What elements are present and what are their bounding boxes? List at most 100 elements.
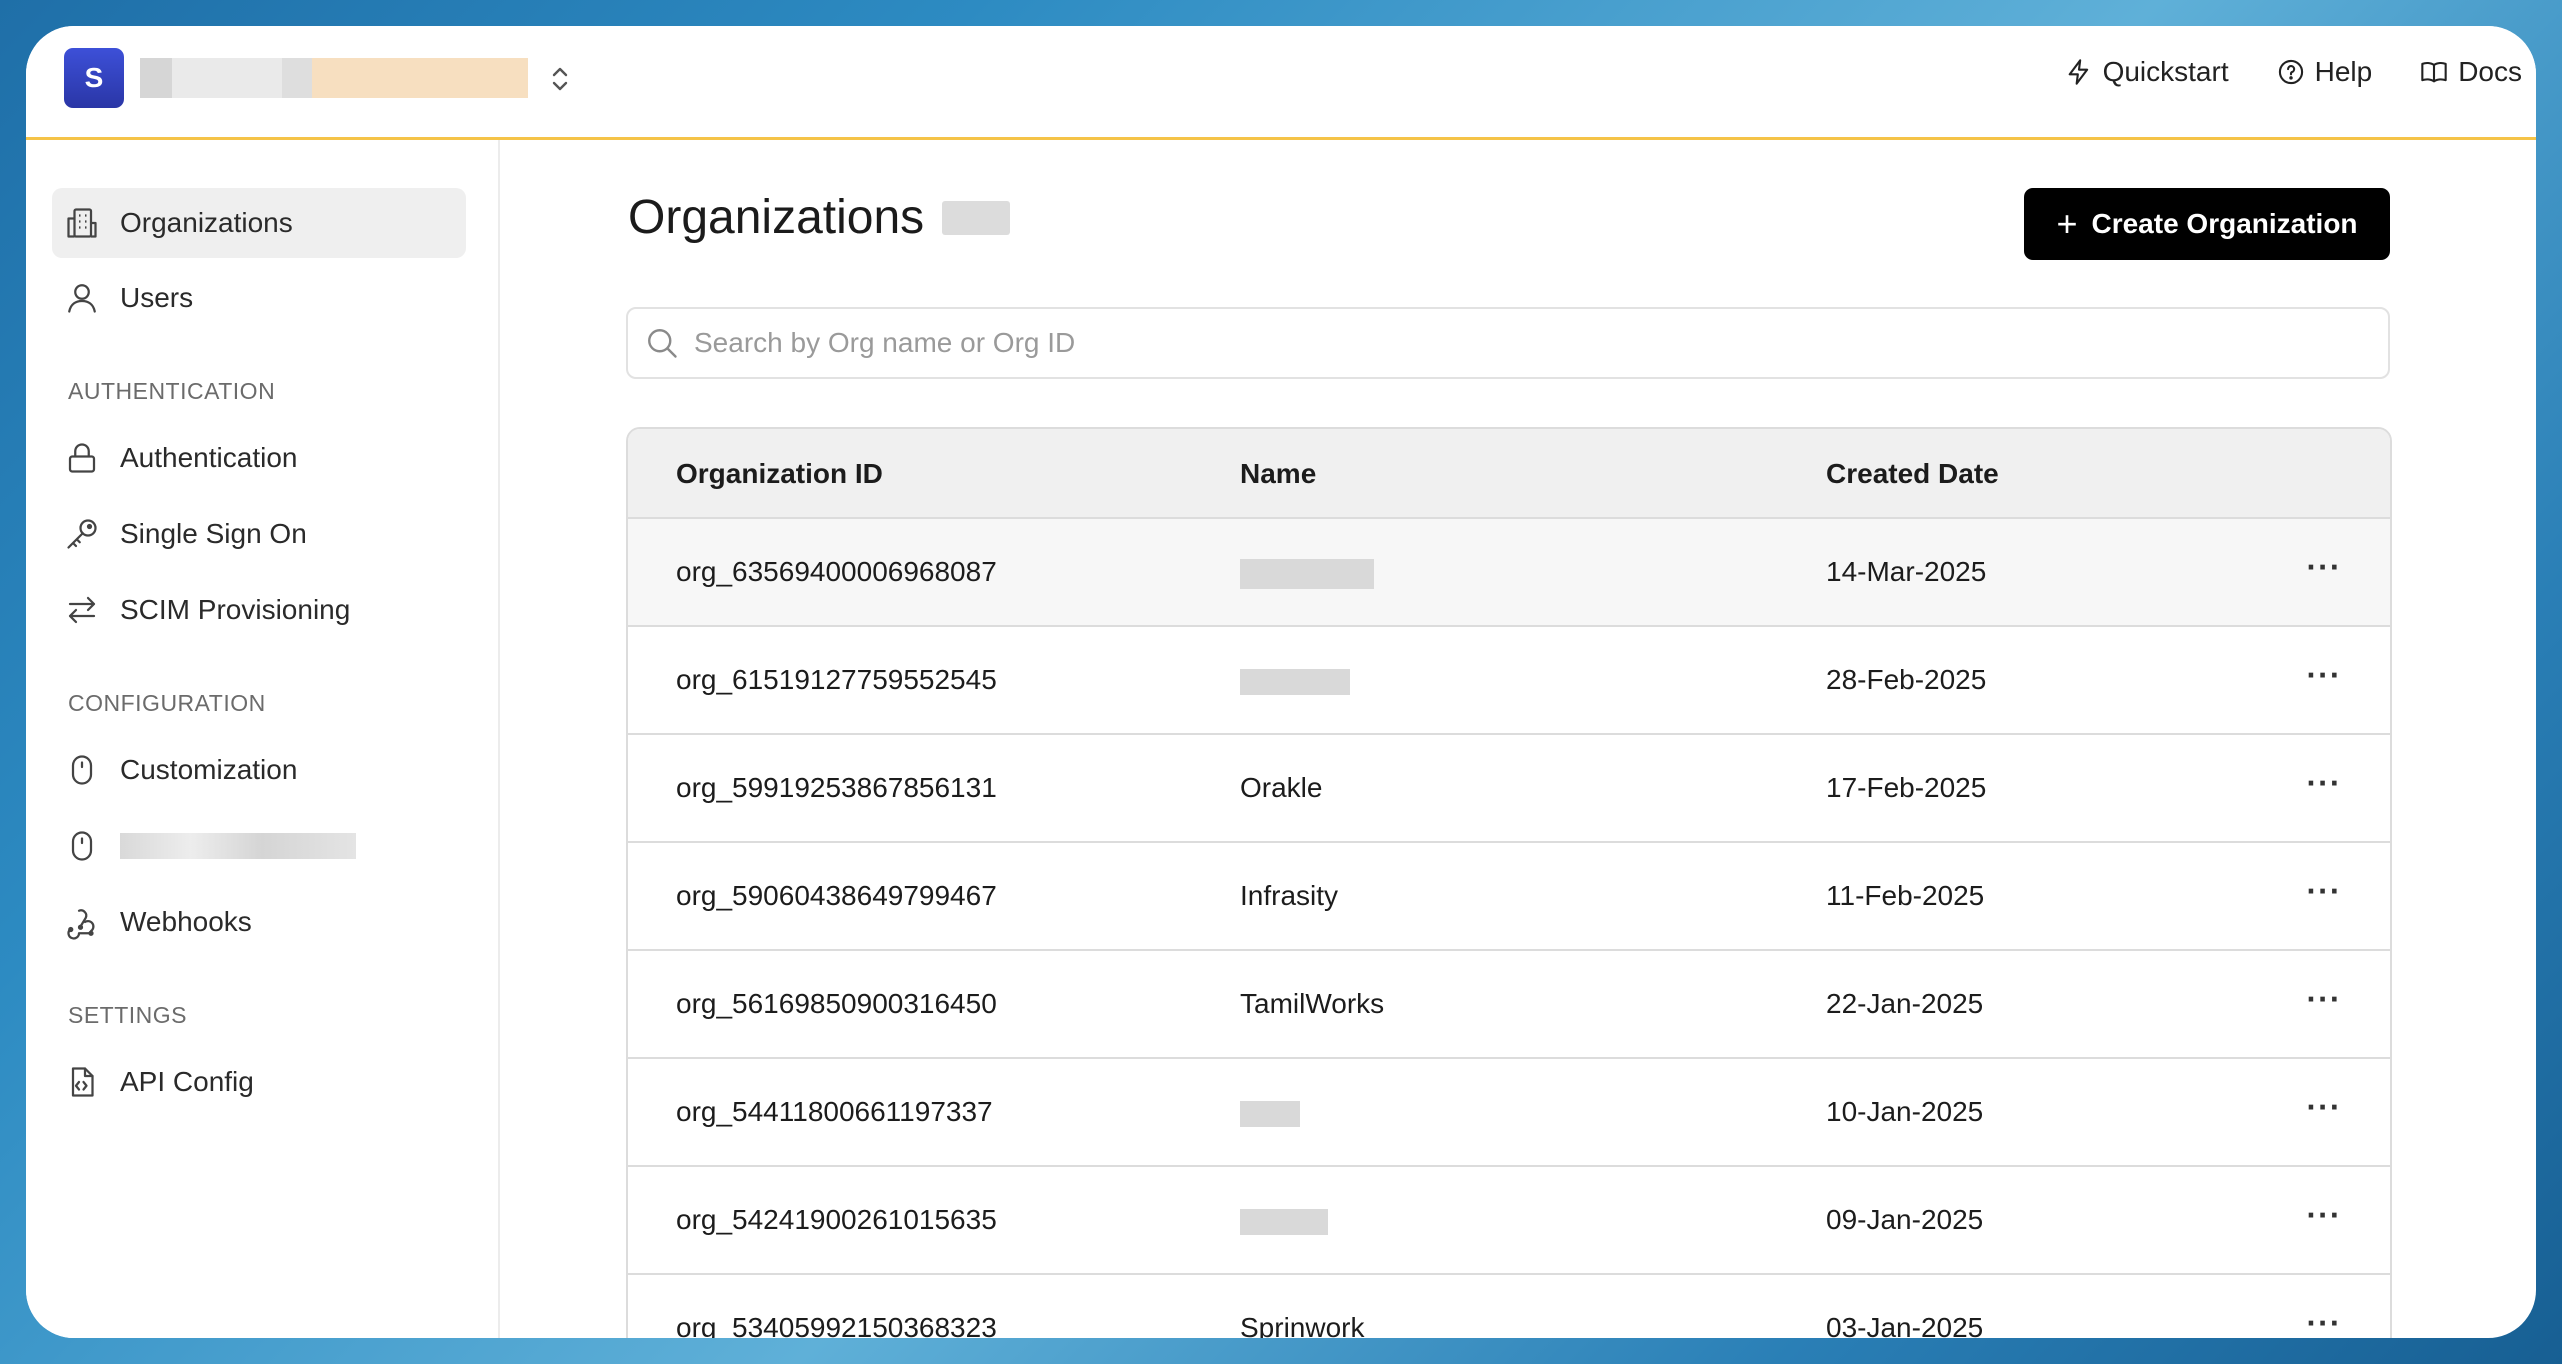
row-more-menu-icon[interactable]: ··· <box>2300 763 2348 803</box>
workspace-switcher-chevron-icon[interactable] <box>546 62 574 96</box>
created-date-cell: 14-Mar-2025 <box>1826 556 1987 587</box>
sidebar-item-customization[interactable]: Customization <box>52 735 466 805</box>
top-links: Quickstart Help Docs <box>2065 56 2522 88</box>
org-name-cell-redacted <box>1240 1096 1300 1128</box>
mouse-icon <box>71 755 93 785</box>
sidebar-item-webhooks[interactable]: Webhooks <box>52 887 466 957</box>
row-more-menu-icon[interactable]: ··· <box>2300 547 2348 587</box>
table-row[interactable]: org_63569400006968087 14-Mar-2025 ··· <box>628 519 2390 627</box>
sidebar-item-label: Authentication <box>120 442 298 473</box>
row-more-menu-icon[interactable]: ··· <box>2300 1087 2348 1127</box>
table-row[interactable]: org_54241900261015635 09-Jan-2025 ··· <box>628 1167 2390 1275</box>
org-name-cell-redacted <box>1240 664 1350 696</box>
help-link[interactable]: Help <box>2277 56 2373 88</box>
org-name-cell-redacted <box>1240 556 1374 589</box>
table-row[interactable]: org_53405992150368323 Sprinwork 03-Jan-2… <box>628 1275 2390 1339</box>
org-name-cell: TamilWorks <box>1240 988 1385 1019</box>
row-more-menu-icon[interactable]: ··· <box>2300 1303 2348 1339</box>
column-header-organization-id[interactable]: Organization ID <box>676 458 883 490</box>
created-date-cell: 22-Jan-2025 <box>1826 988 1984 1019</box>
sidebar-item-api-config[interactable]: API Config <box>52 1047 466 1117</box>
top-bar: S Quickstart Help Docs <box>26 26 2536 140</box>
column-header-name[interactable]: Name <box>1240 458 1316 490</box>
sidebar-item-authentication[interactable]: Authentication <box>52 423 466 493</box>
sidebar-item-redacted[interactable] <box>52 811 466 881</box>
building-icon <box>67 208 97 238</box>
row-more-menu-icon[interactable]: ··· <box>2300 979 2348 1019</box>
org-name-cell: Orakle <box>1240 772 1323 803</box>
app-window: S Quickstart Help Docs Organizations Use… <box>26 26 2536 1338</box>
workspace-avatar[interactable]: S <box>64 48 124 108</box>
sidebar-item-single-sign-on[interactable]: Single Sign On <box>52 499 466 569</box>
docs-link[interactable]: Docs <box>2420 56 2522 88</box>
created-date-cell: 10-Jan-2025 <box>1826 1096 1984 1127</box>
bolt-icon <box>2068 59 2088 85</box>
org-id-cell: org_56169850900316450 <box>676 988 997 1019</box>
table-row[interactable]: org_61519127759552545 28-Feb-2025 ··· <box>628 627 2390 735</box>
search-input[interactable] <box>694 327 2294 359</box>
org-name-cell-redacted <box>1240 1204 1328 1236</box>
search-icon <box>648 329 677 358</box>
sidebar-item-label: Customization <box>120 754 298 785</box>
sidebar-item-scim-provisioning[interactable]: SCIM Provisioning <box>52 575 466 645</box>
search-box[interactable] <box>626 307 2390 379</box>
count-badge-redacted <box>942 200 1011 235</box>
org-id-cell: org_59919253867856131 <box>676 772 997 803</box>
org-id-cell: org_53405992150368323 <box>676 1312 997 1338</box>
webhook-icon <box>67 909 95 940</box>
organizations-table: Organization ID Name Created Date org_63… <box>626 427 2392 1338</box>
table-row[interactable]: org_59060438649799467 Infrasity 11-Feb-2… <box>628 843 2390 951</box>
row-more-menu-icon[interactable]: ··· <box>2300 1195 2348 1235</box>
redacted-label <box>120 833 356 859</box>
arrows-exchange-icon <box>68 596 96 624</box>
org-id-cell: org_54241900261015635 <box>676 1204 997 1235</box>
page-title: Organizations <box>628 190 1011 245</box>
sidebar-item-label: API Config <box>120 1066 254 1097</box>
section-label-configuration: CONFIGURATION <box>68 690 266 716</box>
create-organization-label: Create Organization <box>2091 208 2358 239</box>
created-date-cell: 09-Jan-2025 <box>1826 1204 1984 1235</box>
created-date-cell: 28-Feb-2025 <box>1826 664 1987 695</box>
quickstart-label: Quickstart <box>2102 56 2229 87</box>
org-id-cell: org_61519127759552545 <box>676 664 997 695</box>
created-date-cell: 03-Jan-2025 <box>1826 1312 1984 1338</box>
sidebar: Organizations Users AUTHENTICATION Authe… <box>26 140 500 1338</box>
quickstart-link[interactable]: Quickstart <box>2065 56 2229 88</box>
mouse-icon <box>71 831 93 861</box>
table-header: Organization ID Name Created Date <box>628 429 2390 519</box>
sidebar-item-label: Single Sign On <box>120 518 307 549</box>
help-circle-icon <box>2278 59 2303 85</box>
docs-label: Docs <box>2458 56 2522 87</box>
created-date-cell: 17-Feb-2025 <box>1826 772 1987 803</box>
table-row[interactable]: org_54411800661197337 10-Jan-2025 ··· <box>628 1059 2390 1167</box>
table-row[interactable]: org_59919253867856131 Orakle 17-Feb-2025… <box>628 735 2390 843</box>
org-id-cell: org_63569400006968087 <box>676 556 997 587</box>
workspace-avatar-letter: S <box>84 62 104 93</box>
row-more-menu-icon[interactable]: ··· <box>2300 871 2348 911</box>
sidebar-item-users[interactable]: Users <box>52 263 466 333</box>
key-icon <box>67 519 97 549</box>
file-code-icon <box>71 1067 94 1097</box>
section-label-authentication: AUTHENTICATION <box>68 378 276 404</box>
org-id-cell: org_54411800661197337 <box>676 1096 993 1127</box>
sidebar-item-label: SCIM Provisioning <box>120 594 351 625</box>
sidebar-item-label: Users <box>120 282 194 313</box>
created-date-cell: 11-Feb-2025 <box>1826 880 1985 911</box>
sidebar-item-label: Webhooks <box>120 906 252 937</box>
user-icon <box>68 284 96 313</box>
column-header-created-date[interactable]: Created Date <box>1826 458 1999 490</box>
create-organization-button[interactable]: + Create Organization <box>2024 188 2390 260</box>
book-icon <box>2421 62 2447 83</box>
help-label: Help <box>2314 56 2373 87</box>
section-label-settings: SETTINGS <box>68 1002 188 1028</box>
sidebar-item-organizations[interactable]: Organizations <box>52 188 466 258</box>
org-id-cell: org_59060438649799467 <box>676 880 997 911</box>
workspace-name-redacted[interactable] <box>140 58 528 98</box>
org-name-cell: Infrasity <box>1240 880 1339 911</box>
org-name-cell: Sprinwork <box>1240 1312 1365 1338</box>
lock-icon <box>68 443 96 473</box>
page-title-text: Organizations <box>628 191 925 244</box>
row-more-menu-icon[interactable]: ··· <box>2300 655 2348 695</box>
plus-icon: + <box>2056 203 2078 244</box>
table-row[interactable]: org_56169850900316450 TamilWorks 22-Jan-… <box>628 951 2390 1059</box>
